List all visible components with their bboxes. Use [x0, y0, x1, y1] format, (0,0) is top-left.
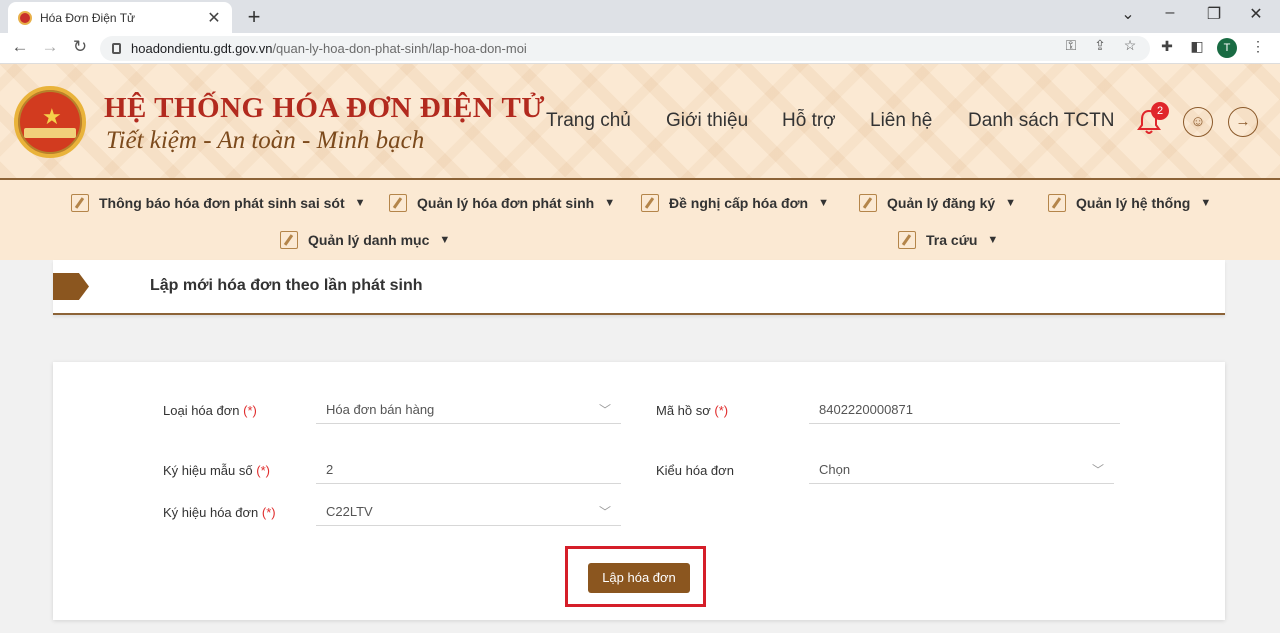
- restore-icon[interactable]: ❐: [1202, 4, 1226, 24]
- chevron-down-icon: ﹀: [1091, 463, 1104, 477]
- caret-down-icon: ▼: [818, 197, 829, 209]
- tab-search-chevron-icon[interactable]: ⌄: [1116, 4, 1140, 24]
- label-ky-hieu-hoa-don: Ký hiệu hóa đơn (*): [163, 505, 276, 520]
- title-flag-icon: [53, 273, 89, 300]
- input-ky-hieu-mau-so[interactable]: 2: [316, 460, 621, 484]
- caret-down-icon: ▼: [1200, 197, 1212, 209]
- profile-avatar[interactable]: T: [1217, 38, 1237, 58]
- site-slogan: Tiết kiệm - An toàn - Minh bạch: [106, 127, 425, 154]
- site-title[interactable]: HỆ THỐNG HÓA ĐƠN ĐIỆN TỬ: [104, 92, 545, 125]
- address-bar[interactable]: hoadondientu.gdt.gov.vn /quan-ly-hoa-don…: [100, 36, 1150, 61]
- share-icon[interactable]: ⇪: [1091, 37, 1109, 54]
- edit-note-icon: [898, 231, 916, 249]
- edit-note-icon: [859, 194, 877, 212]
- forward-arrow-icon[interactable]: →: [39, 37, 61, 57]
- edit-note-icon: [641, 194, 659, 212]
- url-path: /quan-ly-hoa-don-phat-sinh/lap-hoa-don-m…: [272, 41, 527, 56]
- edit-note-icon: [389, 194, 407, 212]
- menu-tra-cuu[interactable]: Tra cứu ▼: [898, 231, 998, 249]
- notification-bell-icon[interactable]: 2: [1137, 102, 1169, 138]
- nav-ho-tro[interactable]: Hỗ trợ: [782, 110, 836, 132]
- edit-note-icon: [1048, 194, 1066, 212]
- nav-lien-he[interactable]: Liên hệ: [870, 110, 932, 132]
- label-kieu-hoa-don: Kiểu hóa đơn: [656, 463, 734, 478]
- menu-de-nghi-cap-hoa-don[interactable]: Đề nghị cấp hóa đơn ▼: [641, 194, 829, 212]
- window-close-icon[interactable]: ✕: [1244, 4, 1268, 24]
- browser-tab-bar: Hóa Đơn Điện Tử ✕ + ⌄ – ❐ ✕: [0, 0, 1280, 33]
- menu-thong-bao-sai-sot[interactable]: Thông báo hóa đơn phát sinh sai sót ▼: [71, 194, 366, 212]
- chevron-down-icon: ﹀: [598, 505, 611, 519]
- caret-down-icon: ▼: [1005, 197, 1017, 209]
- input-ma-ho-so[interactable]: 8402220000871: [809, 400, 1120, 424]
- label-ma-ho-so: Mã hồ sơ (*): [656, 403, 729, 418]
- page-title: Lập mới hóa đơn theo lần phát sinh: [150, 277, 423, 294]
- nav-gioi-thieu[interactable]: Giới thiệu: [666, 110, 748, 132]
- reload-icon[interactable]: ↻: [69, 37, 91, 57]
- browser-menu-icon[interactable]: ⋮: [1248, 38, 1268, 55]
- browser-tab[interactable]: Hóa Đơn Điện Tử ✕: [8, 2, 232, 33]
- nav-danh-sach-tctn[interactable]: Danh sách TCTN: [968, 110, 1114, 132]
- menu-quan-ly-danh-muc[interactable]: Quản lý danh mục ▼: [280, 231, 450, 249]
- label-loai-hoa-don: Loại hóa đơn (*): [163, 403, 257, 418]
- caret-down-icon: ▼: [354, 197, 366, 209]
- caret-down-icon: ▼: [987, 234, 999, 246]
- caret-down-icon: ▼: [604, 197, 616, 209]
- url-host: hoadondientu.gdt.gov.vn: [131, 41, 273, 56]
- tax-emblem-logo[interactable]: ★: [14, 86, 86, 158]
- edit-note-icon: [280, 231, 298, 249]
- minimize-icon[interactable]: –: [1158, 4, 1182, 22]
- edit-note-icon: [71, 194, 89, 212]
- user-account-icon[interactable]: ☺: [1183, 107, 1213, 137]
- menu-quan-ly-hoa-don-phat-sinh[interactable]: Quản lý hóa đơn phát sinh ▼: [389, 194, 615, 212]
- select-kieu-hoa-don[interactable]: Chọn ﹀: [809, 460, 1114, 484]
- page-title-bar: Lập mới hóa đơn theo lần phát sinh: [53, 260, 1225, 315]
- logout-arrow-icon[interactable]: →: [1228, 107, 1258, 137]
- browser-toolbar: ← → ↻ hoadondientu.gdt.gov.vn /quan-ly-h…: [0, 33, 1280, 64]
- label-ky-hieu-mau-so: Ký hiệu mẫu số (*): [163, 463, 270, 478]
- function-menu: Thông báo hóa đơn phát sinh sai sót ▼ Quả…: [0, 180, 1280, 260]
- tab-close-icon[interactable]: ✕: [206, 8, 222, 28]
- chevron-down-icon: ﹀: [598, 403, 611, 417]
- select-loai-hoa-don[interactable]: Hóa đơn bán hàng ﹀: [316, 400, 621, 424]
- notification-count-badge: 2: [1151, 102, 1169, 120]
- new-tab-button[interactable]: +: [242, 4, 266, 30]
- select-ky-hieu-hoa-don[interactable]: C22LTV ﹀: [316, 502, 621, 526]
- nav-trang-chu[interactable]: Trang chủ: [546, 110, 631, 132]
- star-icon: ★: [42, 104, 62, 129]
- side-panel-icon[interactable]: ◧: [1187, 38, 1207, 55]
- back-arrow-icon[interactable]: ←: [9, 37, 31, 57]
- menu-quan-ly-dang-ky[interactable]: Quản lý đăng ký ▼: [859, 194, 1016, 212]
- extensions-puzzle-icon[interactable]: ✚: [1157, 38, 1177, 55]
- lock-icon: [112, 43, 121, 54]
- lap-hoa-don-button[interactable]: Lập hóa đơn: [588, 563, 690, 593]
- menu-quan-ly-he-thong[interactable]: Quản lý hệ thống ▼: [1048, 194, 1211, 212]
- site-favicon-icon: [18, 10, 32, 25]
- bookmark-star-icon[interactable]: ☆: [1121, 37, 1139, 54]
- tab-title: Hóa Đơn Điện Tử: [40, 10, 136, 25]
- key-icon[interactable]: ⚿: [1062, 37, 1080, 54]
- caret-down-icon: ▼: [439, 234, 451, 246]
